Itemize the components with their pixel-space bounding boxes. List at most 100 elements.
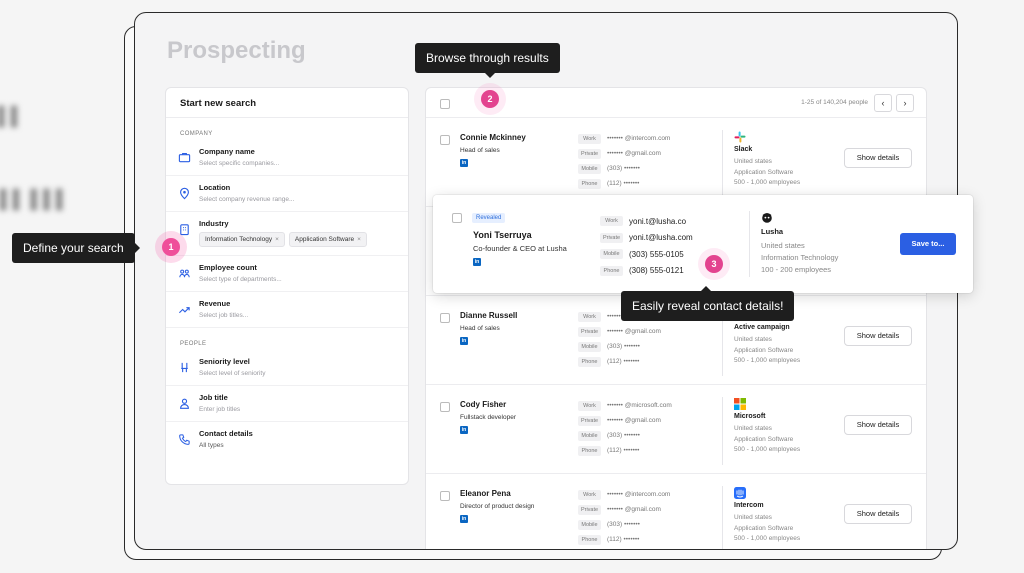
filter-job-title[interactable]: Job title Enter job titles <box>166 386 408 422</box>
work-email-masked: ••••••• @intercom.com <box>607 135 671 142</box>
company-size: 500 - 1,000 employees <box>734 179 801 186</box>
divider <box>749 211 750 277</box>
private-label: Private <box>578 326 601 337</box>
linkedin-icon[interactable]: in <box>460 337 468 345</box>
linkedin-icon[interactable]: in <box>460 159 468 167</box>
company-size: 500 - 1,000 employees <box>734 357 801 364</box>
company-size: 500 - 1,000 employees <box>734 535 801 542</box>
row-checkbox[interactable] <box>440 491 450 501</box>
work-label: Work <box>578 489 601 500</box>
row-checkbox[interactable] <box>440 313 450 323</box>
company-info: Intercom United states Application Softw… <box>734 486 800 546</box>
mobile-masked: (303) ••••••• <box>607 521 640 528</box>
filter-title: Industry <box>199 219 229 228</box>
person-role: Director of product design <box>460 503 535 510</box>
slack-logo-icon <box>734 130 746 143</box>
private-email[interactable]: yoni.t@lusha.com <box>629 233 693 242</box>
next-page-button[interactable]: › <box>896 94 914 112</box>
work-label: Work <box>600 216 623 227</box>
filter-contact-details[interactable]: Contact details All types <box>166 422 408 457</box>
filter-placeholder: Select company revenue range... <box>199 196 295 203</box>
work-email[interactable]: yoni.t@lusha.co <box>629 217 686 226</box>
row-checkbox[interactable] <box>452 213 462 223</box>
private-email-masked: ••••••• @gmail.com <box>607 150 661 157</box>
private-label: Private <box>600 232 623 243</box>
company-name: Intercom <box>734 502 764 509</box>
phone-label: Phone <box>578 534 601 545</box>
mobile-label: Mobile <box>600 249 623 260</box>
show-details-button[interactable]: Show details <box>844 326 912 346</box>
work-label: Work <box>578 400 601 411</box>
work-email-masked: ••••••• @microsoft.com <box>607 402 672 409</box>
row-checkbox[interactable] <box>440 402 450 412</box>
show-details-button[interactable]: Show details <box>844 148 912 168</box>
company-location: United states <box>734 336 772 343</box>
chip-information-technology[interactable]: Information Technology × <box>199 232 285 247</box>
private-email-masked: ••••••• @gmail.com <box>607 328 661 335</box>
filter-title: Revenue <box>199 299 231 308</box>
work-label: Work <box>578 311 601 322</box>
mobile-masked: (303) ••••••• <box>607 343 640 350</box>
phone-label: Phone <box>600 265 623 276</box>
show-details-button[interactable]: Show details <box>844 415 912 435</box>
contact-list: Work ••••••• @intercom.com Private •••••••… <box>578 487 670 547</box>
private-label: Private <box>578 504 601 515</box>
mobile-number[interactable]: (303) 555-0105 <box>629 250 684 259</box>
filter-placeholder: Select type of departments... <box>199 276 282 283</box>
stage: ▌▌ ▌▌ ▌▌▌ Prospecting Start new search C… <box>0 0 1024 573</box>
company-info: Lusha United states Information Technolo… <box>761 211 838 277</box>
linkedin-icon[interactable]: in <box>460 426 468 434</box>
results-count: 1-25 of 140,204 people <box>801 99 868 106</box>
prev-page-button[interactable]: ‹ <box>874 94 892 112</box>
company-location: United states <box>734 158 772 165</box>
person-role: Co-founder & CEO at Lusha <box>473 244 567 253</box>
search-panel: Start new search COMPANY Company name Se… <box>165 87 409 485</box>
intercom-logo-icon <box>734 486 746 499</box>
location-pin-icon <box>178 187 191 200</box>
microsoft-logo-icon <box>734 397 746 410</box>
person-name: Cody Fisher <box>460 400 507 409</box>
company-name: Microsoft <box>734 413 766 420</box>
show-details-button[interactable]: Show details <box>844 504 912 524</box>
table-row[interactable]: Connie Mckinney Head of sales in Work •••… <box>426 118 926 207</box>
filter-title: Company name <box>199 147 255 156</box>
private-label: Private <box>578 148 601 159</box>
linkedin-icon[interactable]: in <box>460 515 468 523</box>
step-marker-1: 1 <box>155 231 187 263</box>
close-icon[interactable]: × <box>357 236 361 243</box>
close-icon[interactable]: × <box>275 236 279 243</box>
company-location: United states <box>761 241 805 250</box>
company-name: Slack <box>734 146 753 153</box>
revealed-contact-card[interactable]: Revealed Yoni Tserruya Co-founder & CEO … <box>433 195 973 293</box>
row-checkbox[interactable] <box>440 135 450 145</box>
phone-number[interactable]: (308) 555-0121 <box>629 266 684 275</box>
phone-label: Phone <box>578 178 601 189</box>
filter-location[interactable]: Location Select company revenue range... <box>166 176 408 212</box>
table-row[interactable]: Cody Fisher Fullstack developer in Work •… <box>426 385 926 474</box>
table-row[interactable]: Eleanor Pena Director of product design … <box>426 474 926 549</box>
filter-industry[interactable]: Industry Information Technology × Applica… <box>166 212 408 256</box>
industry-chips: Information Technology × Application Soft… <box>199 232 394 247</box>
contact-list: Work ••••••• @intercom.com Private •••••••… <box>578 131 670 191</box>
phone-masked: (112) ••••••• <box>607 447 640 454</box>
filter-placeholder: Select level of seniority <box>199 370 266 377</box>
filter-seniority-level[interactable]: Seniority level Select level of seniorit… <box>166 350 408 386</box>
linkedin-icon[interactable]: in <box>473 258 481 266</box>
filter-company-name[interactable]: Company name Select specific companies..… <box>166 140 408 176</box>
chip-application-software[interactable]: Application Software × <box>288 232 367 247</box>
company-name: Lusha <box>761 227 784 236</box>
select-all-checkbox[interactable] <box>440 99 450 109</box>
filter-title: Seniority level <box>199 357 250 366</box>
tooltip-define: Define your search <box>12 233 140 263</box>
trend-up-icon <box>178 303 191 316</box>
save-to-button[interactable]: Save to... <box>900 233 956 255</box>
filter-revenue[interactable]: Revenue Select job titles... <box>166 292 408 328</box>
person-name: Eleanor Pena <box>460 489 511 498</box>
work-email-masked: ••••••• @intercom.com <box>607 491 671 498</box>
phone-masked: (112) ••••••• <box>607 536 640 543</box>
section-label-people: PEOPLE <box>180 341 207 347</box>
filter-employee-count[interactable]: Employee count Select type of department… <box>166 256 408 292</box>
mobile-label: Mobile <box>578 519 601 530</box>
people-icon <box>178 267 191 280</box>
company-industry: Application Software <box>734 168 794 176</box>
